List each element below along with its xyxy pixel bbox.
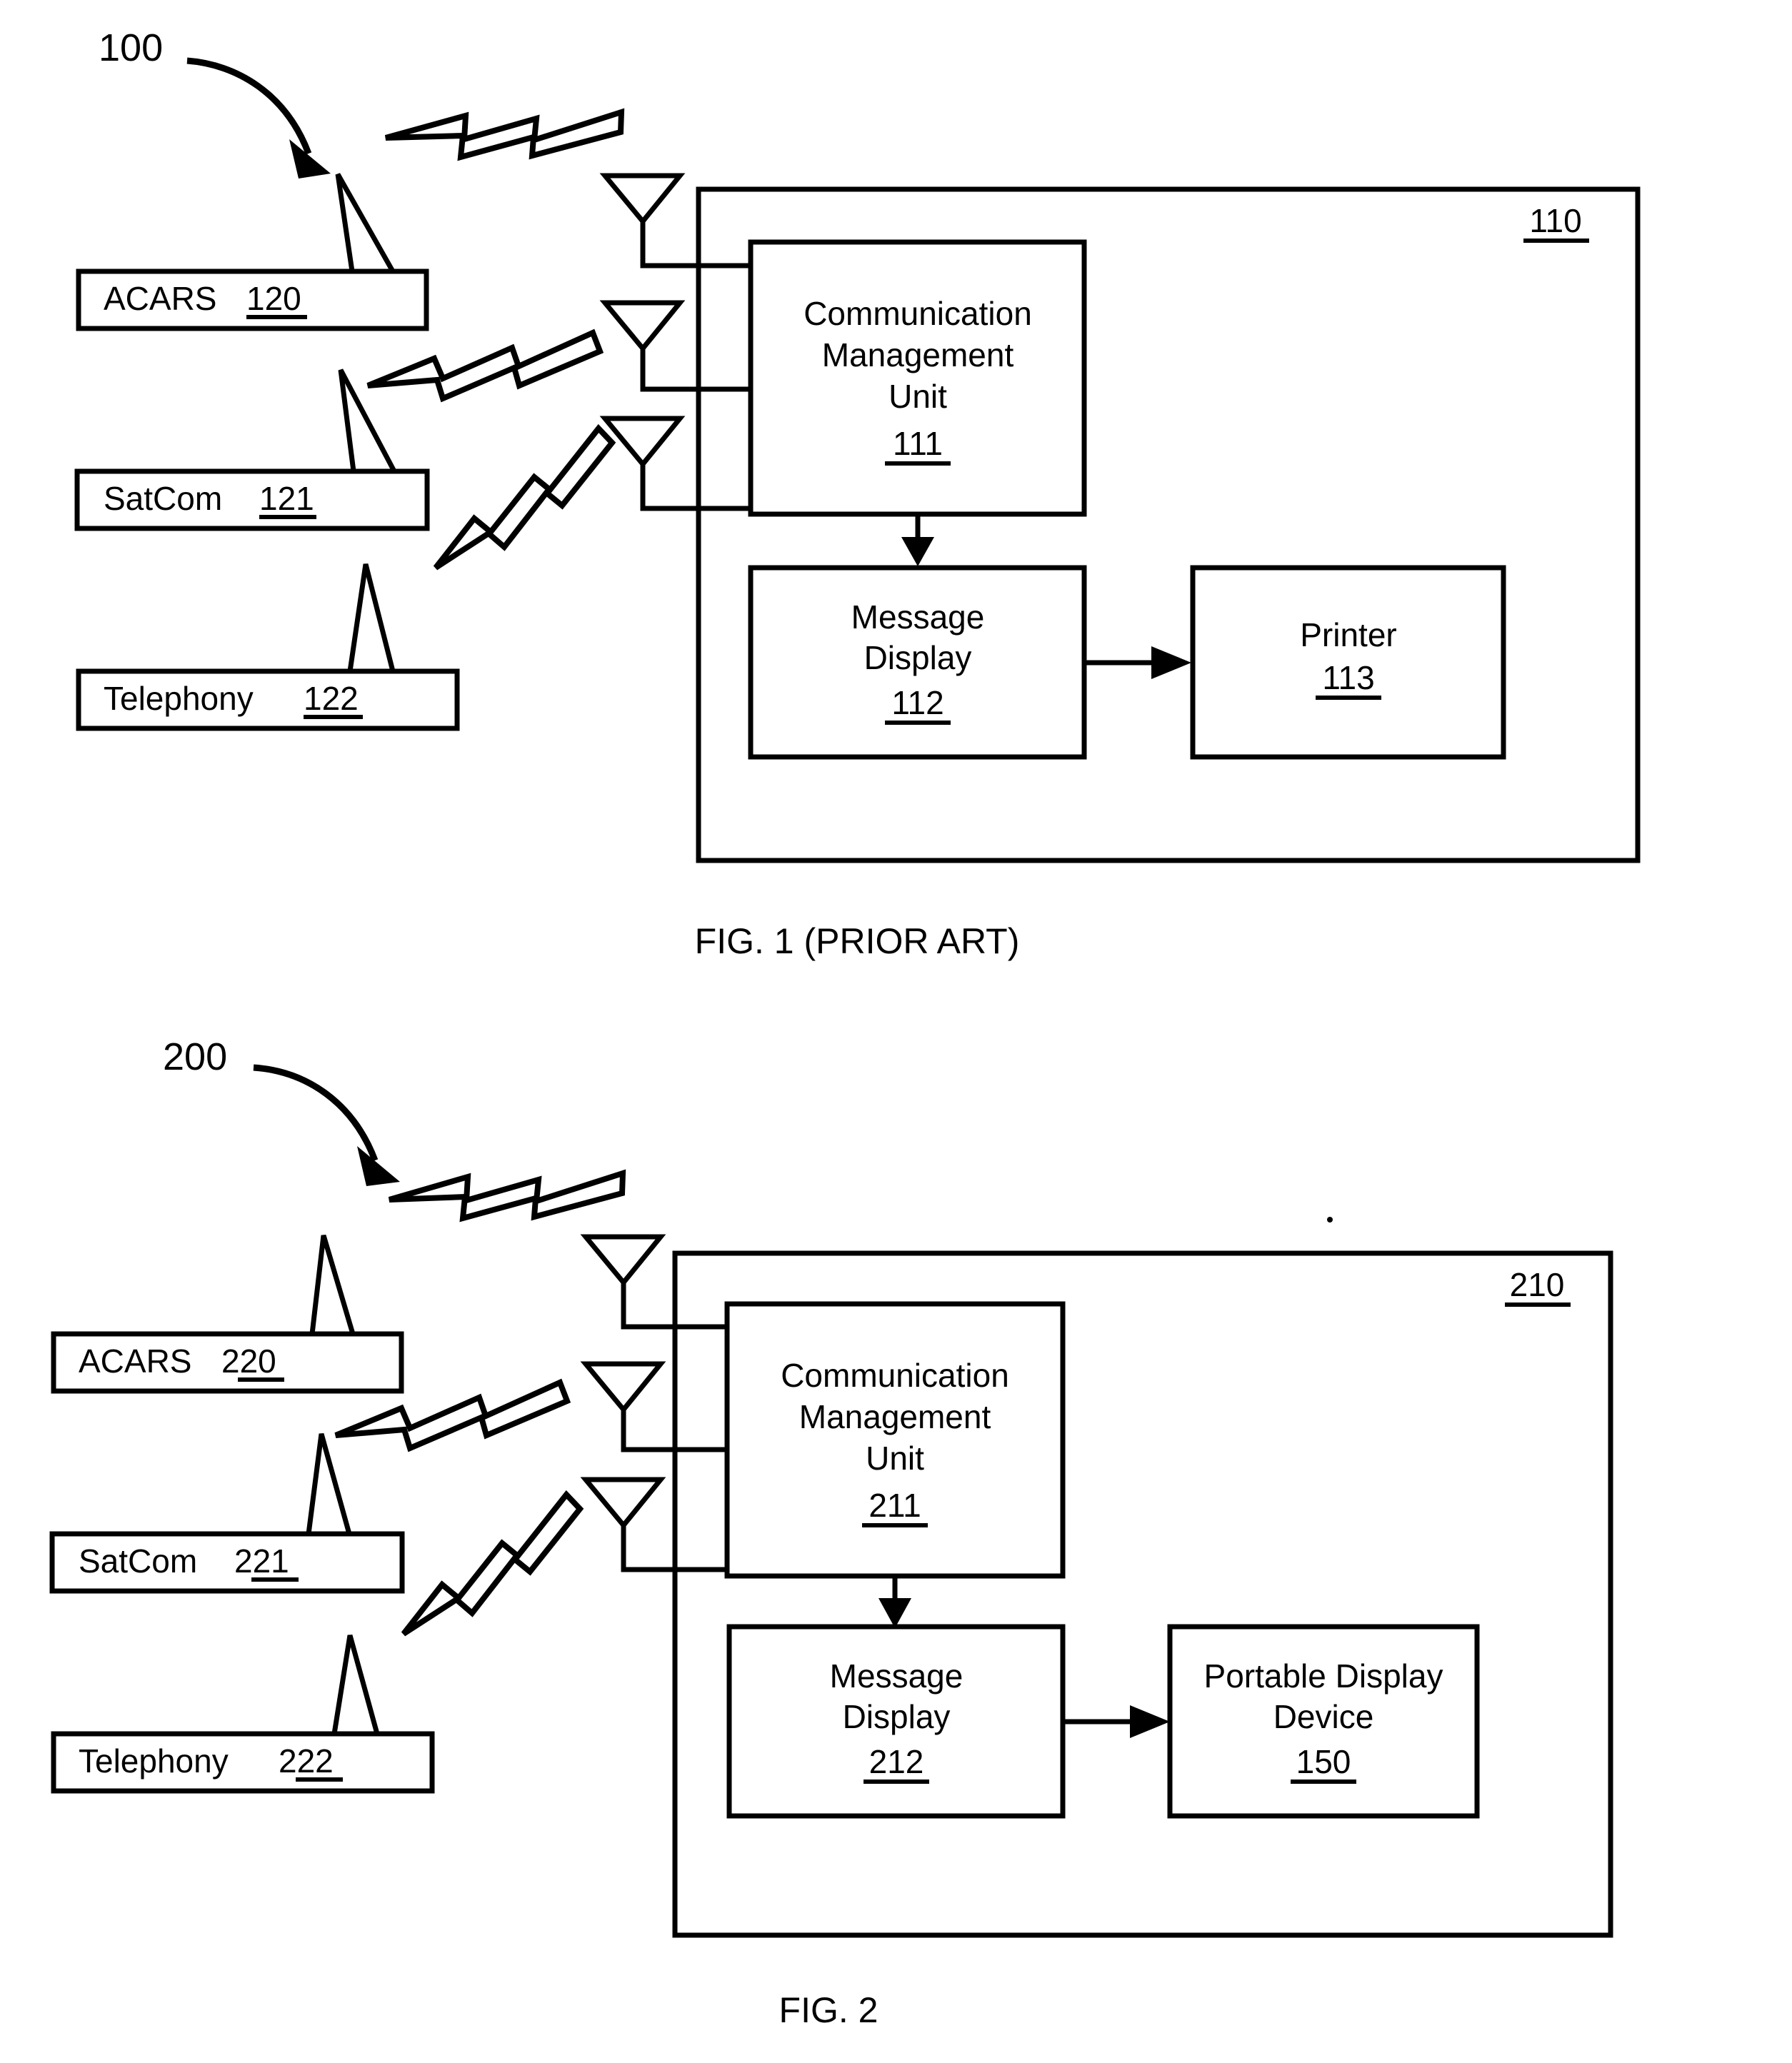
satcom-label-2: SatCom [79, 1542, 197, 1580]
patent-drawing-sheet: 100 ACARS 120 SatCom 121 Telephony 122 1… [0, 0, 1792, 2063]
telephony-ref-2: 222 [279, 1742, 334, 1780]
acars-ref-1: 120 [246, 280, 301, 317]
md-ref-112: 112 [891, 684, 943, 721]
acars-label-1: ACARS [104, 280, 216, 317]
lead-label-100: 100 [99, 26, 163, 69]
block-portable-display-device: Portable Display Device 150 [1167, 1624, 1480, 1819]
figure-canvas: 100 ACARS 120 SatCom 121 Telephony 122 1… [49, 26, 1641, 2030]
printer-ref-113: 113 [1322, 659, 1374, 696]
telephony-ref-1: 122 [304, 680, 359, 717]
printer-line1-1: Printer [1300, 616, 1396, 653]
lightning-bolt-acars-2 [388, 1169, 626, 1223]
cmu-ref-211: 211 [869, 1487, 921, 1524]
pdd-ref-150: 150 [1296, 1743, 1351, 1780]
ground-antenna-telephony-2 [331, 1635, 381, 1737]
lightning-bolt-acars-1 [384, 108, 625, 161]
cmu-line3-1: Unit [889, 378, 947, 415]
ground-station-box-telephony-1: Telephony 122 [76, 668, 460, 731]
lead-line-200 [253, 1064, 400, 1186]
pdd-line2: Device [1273, 1698, 1374, 1735]
figure-2-caption: FIG. 2 [779, 1990, 879, 2030]
md-line2-2: Display [843, 1698, 951, 1735]
block-message-display-1: Message Display 112 [748, 565, 1087, 760]
md-line1-2: Message [830, 1657, 963, 1695]
md-line2-1: Display [864, 639, 972, 676]
acars-label-2: ACARS [79, 1342, 191, 1380]
cmu-line3-2: Unit [866, 1440, 924, 1477]
acars-ref-2: 220 [221, 1342, 276, 1380]
block-printer-1: Printer 113 [1190, 565, 1506, 760]
ground-station-box-acars-1: ACARS 120 [76, 268, 429, 331]
ground-station-box-satcom-2: SatCom 221 [49, 1531, 405, 1594]
satcom-ref-1: 121 [259, 480, 314, 517]
ground-antenna-telephony-1 [346, 563, 396, 674]
cmu-line2-1: Management [822, 336, 1014, 373]
scan-speck [1327, 1217, 1333, 1223]
telephony-label-1: Telephony [104, 680, 254, 717]
enclosure-ref-110: 110 [1529, 202, 1581, 239]
lightning-bolt-satcom-1 [366, 328, 604, 403]
ground-antenna-satcom-2 [306, 1433, 353, 1537]
figure-1-caption: FIG. 1 (PRIOR ART) [695, 921, 1020, 961]
lead-label-200: 200 [163, 1035, 227, 1078]
md-ref-212: 212 [869, 1743, 924, 1780]
figure-1: 100 ACARS 120 SatCom 121 Telephony 122 1… [74, 26, 1641, 961]
block-cmu-1: Communication Management Unit 111 [748, 239, 1087, 517]
block-message-display-2: Message Display 212 [726, 1624, 1066, 1819]
block-cmu-2: Communication Management Unit 211 [724, 1301, 1066, 1579]
ground-antenna-acars-2 [309, 1235, 356, 1337]
figure-2: 200 ACARS 220 SatCom 221 Telephony 222 2… [49, 1035, 1613, 2030]
satcom-ref-2: 221 [234, 1542, 289, 1580]
satcom-label-1: SatCom [104, 480, 222, 517]
ground-station-box-satcom-1: SatCom 121 [74, 468, 430, 531]
ground-station-box-telephony-2: Telephony 222 [51, 1731, 435, 1794]
cmu-ref-111: 111 [893, 425, 943, 462]
lightning-bolt-telephony-2 [401, 1490, 584, 1637]
telephony-label-2: Telephony [79, 1742, 229, 1780]
cmu-line1-2: Communication [781, 1357, 1009, 1394]
pdd-line1: Portable Display [1204, 1657, 1443, 1695]
lead-line-100 [186, 57, 331, 179]
ground-antenna-acars-1 [335, 173, 398, 274]
cmu-line2-2: Management [799, 1398, 991, 1435]
lightning-bolt-telephony-1 [433, 423, 616, 571]
enclosure-ref-210: 210 [1510, 1266, 1565, 1303]
cmu-line1-1: Communication [804, 295, 1032, 332]
ground-station-box-acars-2: ACARS 220 [51, 1331, 404, 1394]
md-line1-1: Message [851, 598, 985, 636]
